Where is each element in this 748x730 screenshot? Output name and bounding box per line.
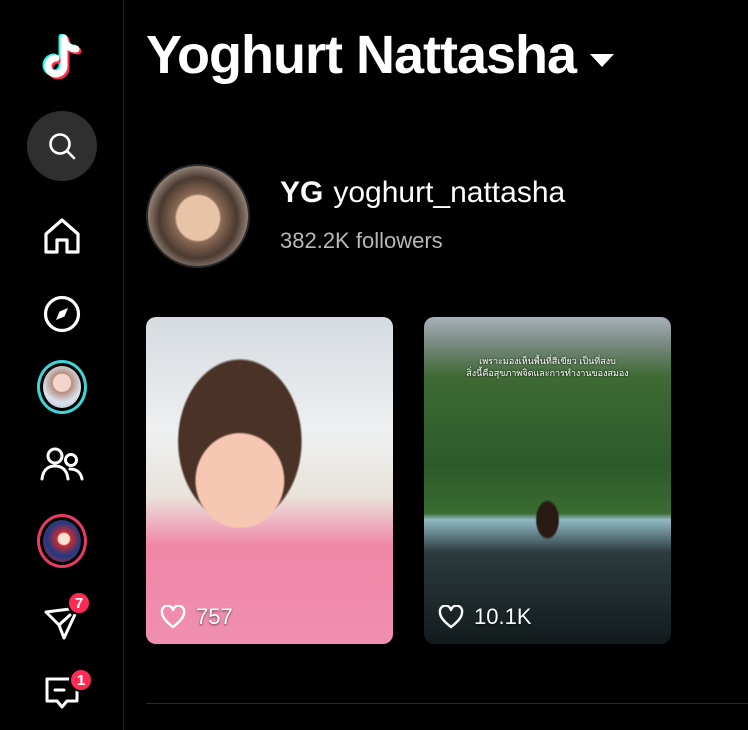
nav-profile[interactable]	[37, 514, 87, 568]
heart-icon	[438, 605, 464, 629]
compass-icon	[43, 295, 81, 333]
follower-count: 382.2K followers	[280, 228, 443, 253]
divider	[146, 703, 748, 704]
inbox-badge: 7	[67, 591, 91, 615]
avatar	[37, 514, 87, 568]
profile-display-name: YG	[280, 176, 324, 209]
sidebar: 7 1	[0, 0, 124, 730]
profile-avatar[interactable]	[146, 164, 250, 268]
avatar	[37, 360, 87, 414]
nav-live-story[interactable]	[37, 360, 87, 414]
likes-count: 10.1K	[474, 604, 532, 629]
main-content: Yoghurt Nattasha YG yoghurt_nattasha 382…	[124, 0, 748, 730]
like-count: 10.1K	[438, 604, 532, 630]
account-switcher[interactable]: Yoghurt Nattasha	[146, 24, 615, 86]
video-card[interactable]: เพราะมองเห็นพื้นที่สีเขียว เป็นที่สงบ สิ…	[424, 317, 671, 644]
likes-count: 757	[196, 604, 233, 629]
nav-explore[interactable]	[37, 289, 87, 339]
messages-badge: 1	[69, 668, 93, 692]
video-caption-overlay: เพราะมองเห็นพื้นที่สีเขียว เป็นที่สงบ สิ…	[466, 356, 629, 378]
nav-messages[interactable]: 1	[37, 666, 93, 716]
tiktok-logo-icon[interactable]	[36, 32, 86, 86]
search-icon	[49, 133, 76, 160]
profile-name-row[interactable]: YG yoghurt_nattasha	[280, 176, 565, 210]
nav-inbox[interactable]: 7	[37, 591, 91, 647]
video-card[interactable]: 757	[146, 317, 393, 644]
chevron-down-icon	[590, 53, 615, 67]
page-title: Yoghurt Nattasha	[146, 25, 577, 85]
friends-icon	[40, 447, 84, 481]
search-button[interactable]	[27, 111, 97, 181]
home-icon	[44, 218, 80, 254]
nav-home[interactable]	[37, 211, 87, 261]
profile-handle: yoghurt_nattasha	[333, 176, 566, 209]
nav-friends[interactable]	[37, 440, 87, 490]
heart-icon	[160, 605, 186, 629]
like-count: 757	[160, 604, 233, 630]
